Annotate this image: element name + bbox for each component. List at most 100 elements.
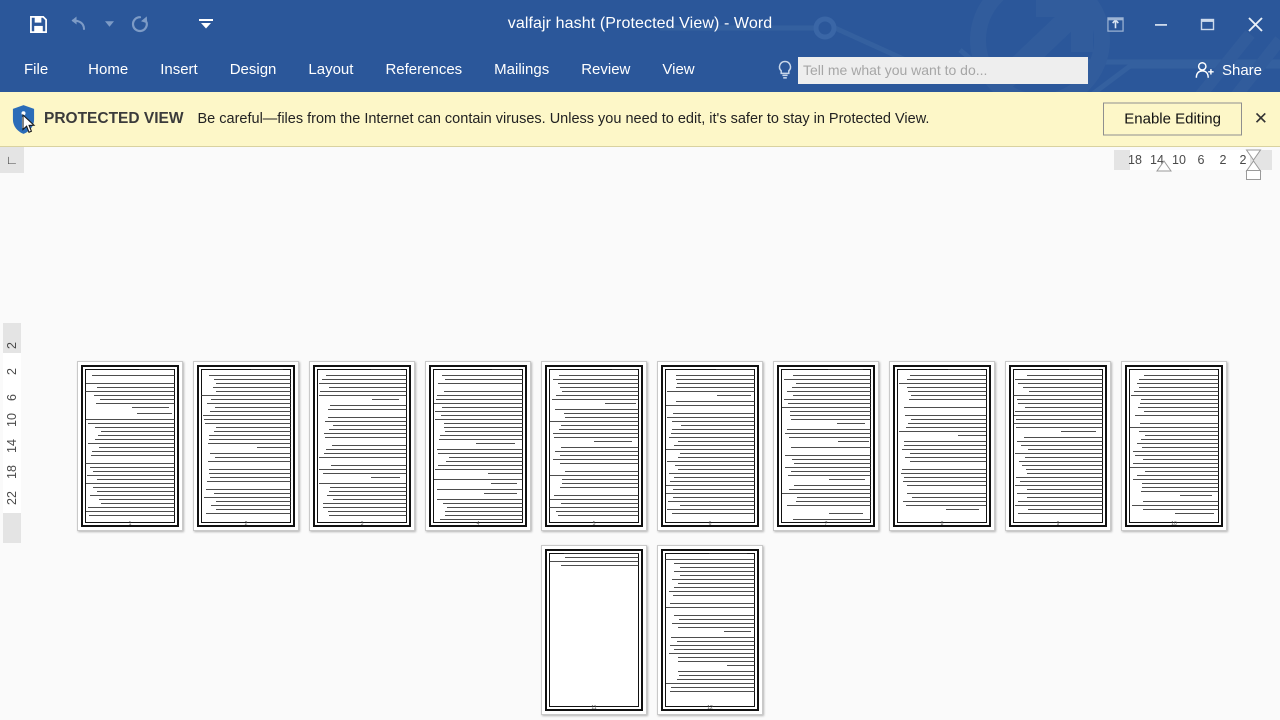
ribbon-display-options-button[interactable] <box>1092 6 1138 42</box>
share-person-icon <box>1195 62 1214 78</box>
text-line <box>897 403 987 404</box>
text-line <box>673 477 755 478</box>
text-line <box>1135 455 1219 456</box>
text-line <box>561 503 639 504</box>
tell-me-input[interactable] <box>798 56 1088 84</box>
text-line <box>1013 423 1103 424</box>
text-line <box>554 451 639 452</box>
text-line <box>1029 391 1103 392</box>
text-line <box>793 375 871 376</box>
text-line <box>549 499 639 500</box>
tab-references[interactable]: References <box>369 48 478 92</box>
save-button[interactable] <box>18 4 58 44</box>
page-thumbnail[interactable]: 12 <box>657 545 763 715</box>
text-line <box>327 409 407 410</box>
tab-file[interactable]: File <box>0 48 72 92</box>
text-line <box>1140 491 1219 492</box>
text-line <box>556 511 639 512</box>
tab-view[interactable]: View <box>646 48 710 92</box>
page-thumbnail[interactable]: 9 <box>1005 361 1111 531</box>
text-line <box>214 493 291 494</box>
text-line <box>675 387 755 388</box>
page-thumbnail[interactable]: 8 <box>889 361 995 531</box>
text-line <box>948 369 982 370</box>
page-thumbnail[interactable]: 11 <box>541 545 647 715</box>
text-line <box>208 443 291 444</box>
tab-review[interactable]: Review <box>565 48 646 92</box>
vertical-ruler[interactable]: 2 2 6 10 14 18 22 <box>0 173 24 593</box>
text-line <box>782 493 871 494</box>
page-thumbnail[interactable]: 6 <box>657 361 763 531</box>
text-line <box>1132 451 1219 452</box>
text-line <box>836 423 866 424</box>
text-line <box>206 513 291 514</box>
undo-dropdown-button[interactable] <box>98 4 120 44</box>
text-line <box>1013 395 1103 396</box>
text-line <box>201 395 291 396</box>
text-line <box>549 507 639 508</box>
horizontal-ruler[interactable]: 18 14 10 6 2 2 <box>24 147 1280 180</box>
text-line <box>666 509 755 510</box>
text-line <box>552 379 639 380</box>
page-thumbnail[interactable]: 2 <box>193 361 299 531</box>
text-line <box>559 455 639 456</box>
page-thumbnail[interactable]: 5 <box>541 361 647 531</box>
text-line <box>1133 391 1219 392</box>
page-thumbnail[interactable]: 4 <box>425 361 531 531</box>
tab-mailings[interactable]: Mailings <box>478 48 565 92</box>
text-line <box>673 587 755 588</box>
close-button[interactable] <box>1230 6 1280 42</box>
text-line <box>85 391 175 392</box>
text-line <box>1180 495 1212 496</box>
text-line <box>783 379 871 380</box>
text-line <box>210 453 291 454</box>
text-line <box>85 511 175 512</box>
text-line <box>678 661 755 662</box>
text-line <box>475 443 515 444</box>
page-thumbnail[interactable]: 10 <box>1121 361 1227 531</box>
text-line <box>678 675 755 676</box>
text-line <box>1021 465 1103 466</box>
page-thumbnail[interactable]: 1 <box>77 361 183 531</box>
text-line <box>332 499 407 500</box>
customize-quick-access-toolbar-button[interactable] <box>186 4 226 44</box>
text-line <box>668 591 755 592</box>
page-number: 4 <box>476 521 480 527</box>
restore-icon <box>1200 18 1214 30</box>
text-line <box>95 439 175 440</box>
tab-home[interactable]: Home <box>72 48 144 92</box>
page-thumbnail[interactable]: 7 <box>773 361 879 531</box>
tab-layout[interactable]: Layout <box>292 48 369 92</box>
close-protected-view-bar-button[interactable]: ✕ <box>1248 107 1274 131</box>
protected-view-message: Be careful—files from the Internet can c… <box>197 110 930 127</box>
text-line <box>1027 497 1103 498</box>
minimize-button[interactable] <box>1138 6 1184 42</box>
text-line <box>87 507 175 508</box>
restore-button[interactable] <box>1184 6 1230 42</box>
redo-button[interactable] <box>120 4 160 44</box>
text-line <box>1133 479 1219 480</box>
text-line <box>1131 395 1219 396</box>
enable-editing-button[interactable]: Enable Editing <box>1103 102 1242 136</box>
text-line <box>1020 445 1103 446</box>
text-line <box>838 441 869 442</box>
undo-button[interactable] <box>58 4 98 44</box>
text-line <box>327 495 407 496</box>
text-line <box>904 415 987 416</box>
tab-insert[interactable]: Insert <box>144 48 214 92</box>
text-line <box>904 441 987 442</box>
minimize-icon <box>1155 24 1167 26</box>
tab-stop-selector[interactable]: ∟ <box>0 147 24 173</box>
text-line <box>440 415 523 416</box>
text-line <box>827 369 864 370</box>
share-button[interactable]: Share <box>1187 48 1270 92</box>
page-text-block <box>897 369 987 523</box>
tab-design[interactable]: Design <box>214 48 293 92</box>
text-line <box>671 687 755 688</box>
text-line <box>328 515 407 516</box>
page-thumbnail[interactable]: 3 <box>309 361 415 531</box>
first-line-indent-marker[interactable] <box>1156 160 1172 173</box>
text-line <box>323 453 407 454</box>
text-line <box>669 437 755 438</box>
text-line <box>672 579 755 580</box>
